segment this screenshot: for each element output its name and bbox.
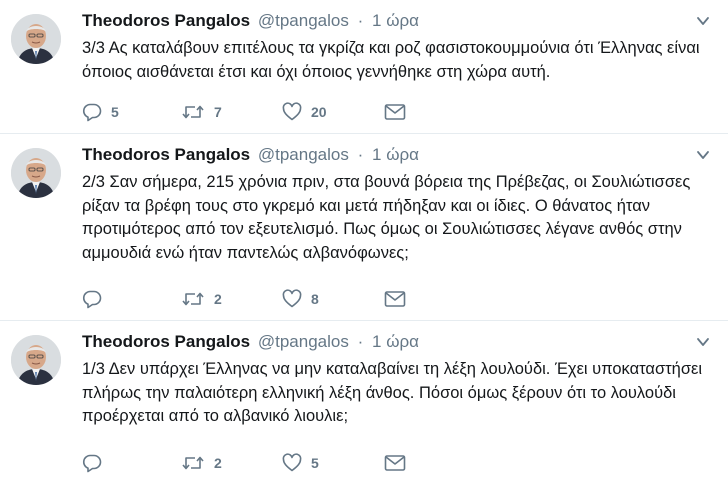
retweet-button[interactable]: 2 [181, 452, 222, 474]
avatar[interactable] [11, 14, 61, 64]
author-name[interactable]: Theodoros Pangalos [82, 11, 250, 30]
tweet-timestamp[interactable]: 1 ώρα [372, 11, 419, 30]
avatar-image [11, 148, 61, 198]
separator-dot: · [357, 145, 364, 164]
author-handle[interactable]: @tpangalos [258, 11, 349, 30]
tweet-timestamp[interactable]: 1 ώρα [372, 145, 419, 164]
direct-message-button[interactable] [384, 288, 406, 310]
reply-button[interactable] [82, 288, 111, 310]
tweet-timestamp[interactable]: 1 ώρα [372, 332, 419, 351]
retweet-icon [181, 102, 205, 122]
reply-icon [82, 289, 102, 309]
chevron-down-icon[interactable] [696, 148, 710, 162]
retweet-count: 7 [214, 104, 222, 120]
like-button[interactable]: 5 [282, 452, 319, 474]
avatar-image [11, 335, 61, 385]
reply-button[interactable]: 5 [82, 101, 119, 123]
envelope-icon [384, 103, 406, 121]
direct-message-button[interactable] [384, 452, 406, 474]
retweet-button[interactable]: 2 [181, 288, 222, 310]
author-name[interactable]: Theodoros Pangalos [82, 145, 250, 164]
chevron-down-icon[interactable] [696, 335, 710, 349]
author-handle[interactable]: @tpangalos [258, 145, 349, 164]
retweet-count: 2 [214, 455, 222, 471]
tweet[interactable]: Theodoros Pangalos @tpangalos · 1 ώρα 2/… [0, 134, 728, 321]
retweet-icon [181, 453, 205, 473]
tweet-header: Theodoros Pangalos @tpangalos · 1 ώρα [82, 331, 419, 353]
like-count: 20 [311, 104, 327, 120]
envelope-icon [384, 454, 406, 472]
tweet-header: Theodoros Pangalos @tpangalos · 1 ώρα [82, 10, 419, 32]
retweet-icon [181, 289, 205, 309]
tweet-header: Theodoros Pangalos @tpangalos · 1 ώρα [82, 144, 419, 166]
chevron-down-icon[interactable] [696, 14, 710, 28]
separator-dot: · [357, 332, 364, 351]
retweet-count: 2 [214, 291, 222, 307]
heart-icon [282, 453, 302, 473]
separator-dot: · [357, 11, 364, 30]
like-count: 5 [311, 455, 319, 471]
retweet-button[interactable]: 7 [181, 101, 222, 123]
like-button[interactable]: 20 [282, 101, 327, 123]
reply-count: 5 [111, 104, 119, 120]
heart-icon [282, 289, 302, 309]
avatar[interactable] [11, 148, 61, 198]
author-handle[interactable]: @tpangalos [258, 332, 349, 351]
avatar-image [11, 14, 61, 64]
like-count: 8 [311, 291, 319, 307]
reply-icon [82, 453, 102, 473]
direct-message-button[interactable] [384, 101, 406, 123]
reply-button[interactable] [82, 452, 111, 474]
author-name[interactable]: Theodoros Pangalos [82, 332, 250, 351]
tweet-text: 3/3 Ας καταλάβουν επιτέλους τα γκρίζα κα… [82, 39, 700, 81]
like-button[interactable]: 8 [282, 288, 319, 310]
reply-icon [82, 102, 102, 122]
tweet[interactable]: Theodoros Pangalos @tpangalos · 1 ώρα 1/… [0, 321, 728, 482]
tweet[interactable]: Theodoros Pangalos @tpangalos · 1 ώρα 3/… [0, 0, 728, 134]
tweet-text: 2/3 Σαν σήμερα, 215 χρόνια πριν, στα βου… [82, 173, 691, 262]
avatar[interactable] [11, 335, 61, 385]
heart-icon [282, 102, 302, 122]
envelope-icon [384, 290, 406, 308]
tweet-timeline: Theodoros Pangalos @tpangalos · 1 ώρα 3/… [0, 0, 728, 482]
tweet-text: 1/3 Δεν υπάρχει Έλληνας να μην καταλαβαί… [82, 360, 703, 425]
